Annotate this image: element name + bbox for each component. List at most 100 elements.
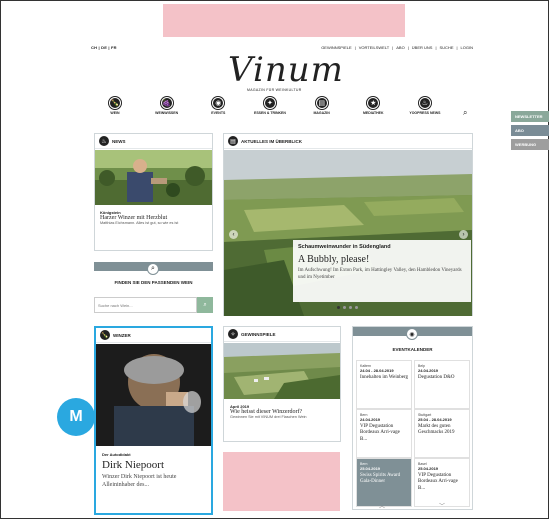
slider-dots [337, 306, 358, 309]
vinum-logo[interactable]: Vinum [228, 50, 344, 90]
wine-bottle-icon: 🍾 [100, 330, 110, 340]
eventkalender-card: ◉ EVENTKALENDER Kaltern 24.04 - 28.04.201… [352, 326, 473, 510]
star-icon: ★ [367, 97, 380, 109]
fire-icon: ♨ [99, 136, 109, 146]
event-title: Markt des guten Geschmacks 2019 [418, 424, 455, 436]
slider-dot[interactable] [343, 306, 346, 309]
winzer-teaser: Winzer Dirk Niepoort ist heute Alleininh… [102, 474, 177, 488]
nav-label: WEIN [110, 111, 120, 115]
gewinnspiele-card-title: GEWINNSPIELE [241, 331, 276, 337]
events-prev-icon[interactable]: ︿ [379, 501, 385, 510]
search-icon[interactable]: ⌕ [463, 108, 467, 118]
nav-label: ESSEN & TRINKEN [254, 111, 286, 115]
nav-item-yoopress-news[interactable]: ♨ YOOPRESS NEWS [405, 97, 445, 115]
event-date: 25.04 - 28.04.2019 [418, 417, 452, 422]
event-title: Innehalten im Weinberg [360, 375, 409, 380]
top-link-abo[interactable]: ABO [396, 45, 404, 50]
slider-dot[interactable] [349, 306, 352, 309]
top-link-login[interactable]: LOGIN [461, 45, 473, 50]
event-item[interactable]: Stuttgart 25.04 - 28.04.2019 Markt des gut… [414, 409, 470, 458]
winzer-headline[interactable]: Dirk Niepoort [102, 459, 208, 471]
magazine-icon: ▤ [315, 97, 328, 109]
event-date: 25.04.2019 [360, 466, 381, 471]
highlight-overlay[interactable]: Schaumweinwunder in Südengland A Bubbly,… [293, 240, 471, 302]
top-links: GEWINNSPIELE | VORTEILSWELT | ABO | ÜBER UN… [321, 45, 473, 50]
event-date: 24.04.2019 [418, 368, 439, 373]
gewinnspiele-photo[interactable] [224, 343, 340, 399]
side-tab-abo[interactable]: ABO [511, 125, 549, 136]
event-item[interactable]: Basel 25.04.2019 VIP Degustation Bordeaux … [414, 458, 470, 507]
top-link-suche[interactable]: SUCHE [439, 45, 453, 50]
wine-finder-box: ⌕ FINDEN SIE DEN PASSENDEN WEIN ⌕ [94, 262, 213, 316]
side-tab-werbung[interactable]: WERBUNG [511, 139, 549, 150]
nav-item-weinwissen[interactable]: 🍇 WEINWISSEN [147, 97, 187, 115]
top-link-ueber-uns[interactable]: ÜBER UNS [412, 45, 433, 50]
nav-item-mediathek[interactable]: ★ MEDIATHEK [353, 97, 393, 115]
plate-icon: ✦ [263, 97, 276, 109]
winzer-text: Der Autodidakt Dirk Niepoort Winzer Dirk… [102, 452, 208, 490]
news-teaser: Matthias Eichsmann. Alles ist gut, so wi… [100, 221, 179, 225]
winzer-kicker: Der Autodidakt [102, 452, 131, 457]
event-item[interactable]: Bern 25.04.2019 Swiss Spirits Award Gala-D… [356, 458, 412, 507]
nav-label: EVENTS [211, 111, 226, 115]
highlight-card-title: AKTUELLES IM ÜBERBLICK [241, 138, 302, 144]
news-text: Königstein Harzer Winzer mit Herzblut Ma… [100, 210, 208, 225]
event-date: 25.04.2019 [418, 466, 439, 471]
bottom-ad-banner[interactable] [223, 452, 340, 511]
event-item[interactable]: Kaltern 24.04 - 28.04.2019 Innehalten im W… [356, 360, 412, 409]
nav-label: MAGAZIN [313, 111, 330, 115]
highlight-card-header: ▤ AKTUELLES IM ÜBERBLICK [224, 134, 472, 149]
fire-icon: ♨ [418, 97, 431, 109]
slider-dot[interactable] [337, 306, 340, 309]
event-date: 24.04 - 28.04.2019 [360, 368, 394, 373]
gift-icon: ✧ [228, 329, 238, 339]
winzer-card-header: 🍾 WINZER [96, 328, 211, 343]
highlight-teaser: Im Aufschwung! Im Exton Park, im Hatting… [298, 268, 462, 280]
events-next-icon[interactable]: ﹀ [439, 501, 445, 510]
news-photo[interactable] [95, 150, 212, 205]
wine-search-button[interactable]: ⌕ [197, 297, 213, 313]
slider-dot[interactable] [355, 306, 358, 309]
gewinnspiele-card-header: ✧ GEWINNSPIELE [224, 327, 340, 342]
location-pin-icon: ◉ [212, 97, 225, 109]
highlight-headline[interactable]: A Bubbly, please! [298, 254, 466, 265]
nav-item-events[interactable]: ◉ EVENTS [198, 97, 238, 115]
winzer-card[interactable]: 🍾 WINZER Der Autodidakt Dirk Niepoort Wi… [94, 326, 213, 515]
wine-bottle-icon: 🍾 [109, 97, 121, 109]
top-link-vorteilswelt[interactable]: VORTEILSWELT [359, 45, 390, 50]
winzer-card-title: WINZER [113, 332, 131, 338]
nav-label: MEDIATHEK [363, 111, 384, 115]
nav-item-essen-trinken[interactable]: ✦ ESSEN & TRINKEN [250, 97, 290, 115]
event-date: 24.04.2019 [360, 417, 381, 422]
event-title: Swiss Spirits Award Gala-Dinner [360, 473, 401, 485]
event-title: VIP Degustation Bordeaux Arri-vage B... [418, 473, 458, 491]
news-card-title: NEWS [112, 138, 126, 144]
logo-tagline: MAGAZIN FÜR WEINKULTUR [247, 88, 302, 92]
eventkalender-title: EVENTKALENDER [392, 347, 433, 352]
event-title: Degustation D&O [418, 375, 455, 380]
news-card[interactable]: ♨ NEWS Königstein Harzer Winzer mit Herz… [94, 133, 213, 251]
slider-prev-button[interactable]: ‹ [229, 230, 238, 239]
gewinnspiele-card[interactable]: ✧ GEWINNSPIELE April 2019 Wie heisst die… [223, 326, 341, 442]
side-tab-newsletter[interactable]: NEWSLETTER [511, 111, 549, 122]
event-item[interactable]: Bern 24.04.2019 VIP Degustation Bordeaux A… [356, 409, 412, 458]
slider-next-button[interactable]: › [459, 230, 468, 239]
grapes-icon: 🍇 [160, 97, 173, 109]
avatar-badge[interactable]: M [57, 398, 95, 436]
nav-label: YOOPRESS NEWS [409, 111, 441, 115]
location-pin-icon: ◉ [406, 328, 418, 340]
nav-item-wein[interactable]: 🍾 WEIN [95, 97, 135, 115]
top-ad-banner[interactable] [163, 4, 405, 37]
event-title: VIP Degustation Bordeaux Arri-vage B... [360, 424, 400, 442]
side-tabs: NEWSLETTER ABO WERBUNG [511, 111, 549, 150]
gewinnspiele-text: April 2019 Wie heisst dieser Winzerdorf?… [230, 404, 336, 419]
event-item[interactable]: Belp 24.04.2019 Degustation D&O [414, 360, 470, 409]
nav-item-magazin[interactable]: ▤ MAGAZIN [302, 97, 342, 115]
winzer-photo[interactable] [96, 344, 211, 446]
wine-finder-title: FINDEN SIE DEN PASSENDEN WEIN [114, 280, 193, 285]
language-switcher[interactable]: CH | DE | FR [91, 45, 117, 50]
news-card-header: ♨ NEWS [95, 134, 212, 149]
wine-search-input[interactable] [94, 297, 197, 313]
magazine-icon: ▤ [228, 136, 238, 146]
highlight-kicker: Schaumweinwunder in Südengland [298, 244, 391, 250]
